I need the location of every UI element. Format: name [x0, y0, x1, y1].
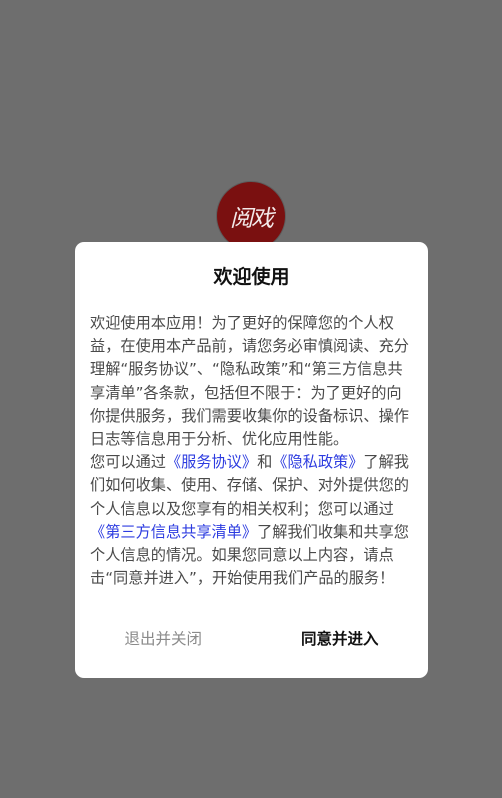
- service-agreement-link[interactable]: 《服务协议》: [166, 453, 257, 471]
- links-paragraph: 您可以通过《服务协议》和《隐私政策》了解我们如何收集、使用、存储、保护、对外提供…: [90, 451, 413, 590]
- privacy-policy-link[interactable]: 《隐私政策》: [272, 453, 363, 471]
- app-logo-text: 阅戏: [230, 206, 274, 232]
- agree-and-enter-button[interactable]: 同意并进入: [252, 625, 429, 653]
- dialog-body: 欢迎使用本应用！为了更好的保障您的个人权益，在使用本产品前，请您务必审慎阅读、充…: [90, 312, 413, 590]
- privacy-dialog: 欢迎使用 欢迎使用本应用！为了更好的保障您的个人权益，在使用本产品前，请您务必审…: [75, 242, 428, 678]
- exit-and-close-button[interactable]: 退出并关闭: [75, 625, 252, 653]
- app-logo: 阅戏: [217, 182, 285, 250]
- links-text-1: 您可以通过: [90, 453, 166, 472]
- intro-paragraph: 欢迎使用本应用！为了更好的保障您的个人权益，在使用本产品前，请您务必审慎阅读、充…: [90, 314, 409, 449]
- dialog-actions: 退出并关闭 同意并进入: [75, 625, 428, 653]
- third-party-list-link[interactable]: 《第三方信息共享清单》: [90, 523, 257, 541]
- links-text-2: 和: [257, 453, 273, 472]
- dialog-title: 欢迎使用: [213, 266, 290, 288]
